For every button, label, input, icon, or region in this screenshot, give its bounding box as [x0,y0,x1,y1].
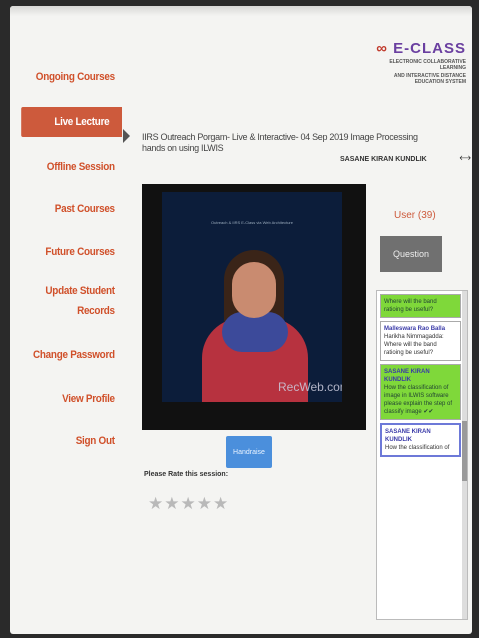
sidebar-item-future-courses[interactable]: Future Courses [14,245,122,259]
lecture-title: IIRS Outreach Porgam- Live & Interactive… [142,132,418,153]
chat-message: SASANE KIRAN KUNDLIK How the classificat… [380,423,461,457]
chat-box[interactable]: Where will the band ratioing be useful? … [376,290,468,620]
presenter-face [232,262,276,318]
expand-icon[interactable]: ⤢ [457,151,472,166]
question-button[interactable]: Question [380,236,442,272]
rating-stars[interactable]: ★★★★★ [148,494,229,514]
chat-scrollbar[interactable] [462,291,467,619]
chat-scrollbar-thumb[interactable] [462,421,467,481]
chat-message-text: Where will the band ratioing be useful? [384,299,437,313]
lecture-author: SASANE KIRAN KUNDLIK [340,156,427,163]
chat-message: Where will the band ratioing be useful? [380,294,461,318]
logo-subtitle-2: AND INTERACTIVE DISTANCE EDUCATION SYSTE… [393,73,466,85]
logo-mark: ∞ E-CLASS [376,40,466,57]
screen: ∞ E-CLASS ELECTRONIC COLLABORATIVE LEARN… [10,6,472,634]
sidebar-item-sign-out[interactable]: Sign Out [14,434,122,448]
user-count: User (39) [394,210,436,221]
video-watermark: RecWeb.com [278,380,342,394]
slide-caption: Outreach & IIRS E-Class via Web Architec… [211,220,293,225]
chat-message-author: SASANE KIRAN KUNDLIK [385,429,431,443]
sidebar-item-view-profile[interactable]: View Profile [14,392,122,406]
sidebar-item-change-password[interactable]: Change Password [14,348,122,362]
chat-message: Malleswara Rao Balla Harikha Nimmagadda:… [380,321,461,361]
chat-message: SASANE KIRAN KUNDLIK How the classificat… [380,364,461,420]
sidebar-item-live-lecture[interactable]: Live Lecture [21,107,122,137]
active-arrow-icon [123,129,130,143]
top-edge [10,6,472,16]
handraise-button[interactable]: Handraise [226,436,272,468]
rate-label: Please Rate this session: [144,471,229,478]
chat-message-text: How the classification of [385,445,450,451]
video-stream: Outreach & IIRS E-Class via Web Architec… [162,192,342,402]
chat-message-text: How the classification of image in ILWIS… [384,385,453,415]
sidebar-item-records[interactable]: Records [14,304,122,318]
chat-message-author: Malleswara Rao Balla [384,326,446,332]
logo-text: E-CLASS [393,40,466,57]
chat-message-author: SASANE KIRAN KUNDLIK [384,369,430,383]
video-player[interactable]: Outreach & IIRS E-Class via Web Architec… [142,184,366,430]
sidebar-item-past-courses[interactable]: Past Courses [14,202,122,216]
eclass-logo: ∞ E-CLASS ELECTRONIC COLLABORATIVE LEARN… [374,40,466,85]
sidebar-item-offline-session[interactable]: Offline Session [14,160,122,174]
logo-subtitle-1: ELECTRONIC COLLABORATIVE LEARNING [389,59,466,71]
sidebar-item-ongoing-courses[interactable]: Ongoing Courses [14,70,122,84]
chat-message-text: Harikha Nimmagadda: Where will the band … [384,334,444,356]
presenter-scarf [222,312,288,352]
sidebar-item-update-student[interactable]: Update Student [14,284,122,298]
